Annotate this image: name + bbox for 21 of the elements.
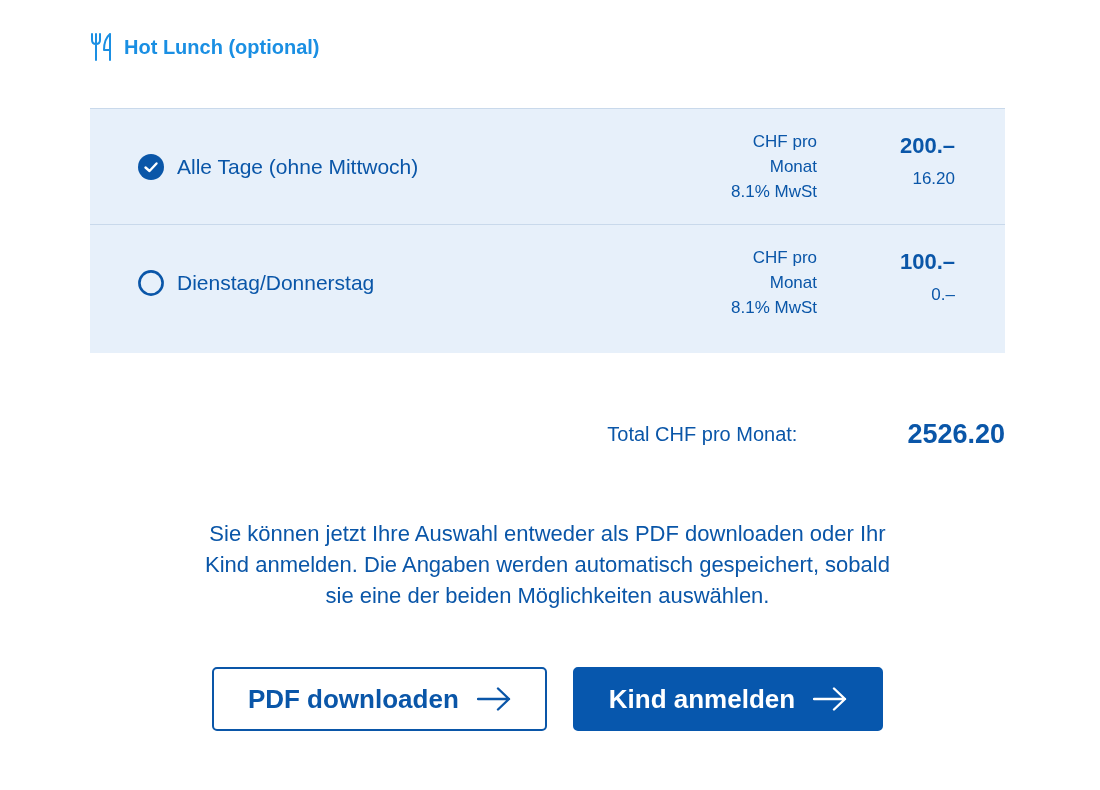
total-value: 2526.20 <box>907 419 1005 450</box>
vat-label: 8.1% MwSt <box>731 181 817 203</box>
price-amount: 100.– <box>899 248 955 275</box>
register-button[interactable]: Kind anmelden <box>572 667 884 731</box>
price-unit: CHF pro Monat <box>751 247 817 294</box>
download-button[interactable]: PDF downloaden <box>211 667 547 731</box>
option-label[interactable]: Dienstag/Donnerstag <box>177 270 375 295</box>
vat-amount: 16.20 <box>912 168 955 189</box>
section-title: Hot Lunch (optional) <box>124 35 320 59</box>
price-amount: 200.– <box>899 132 955 159</box>
radio-checked-icon[interactable] <box>138 153 164 180</box>
fork-knife-icon <box>90 33 112 61</box>
info-text: Sie können jetzt Ihre Auswahl entweder als PDF downloaden oder Ihr Kind anmelden. Die Angaben werden automatisch gespeichert, sobald sie eine der beiden Möglichkeiten auswählen. <box>204 520 891 610</box>
option-label[interactable]: Alle Tage (ohne Mittwoch) <box>177 154 419 179</box>
vat-amount: 0.– <box>931 284 955 305</box>
vat-label: 8.1% MwSt <box>731 297 817 319</box>
price-unit: CHF pro Monat <box>751 131 817 178</box>
arrow-right-icon <box>813 687 848 711</box>
arrow-right-icon <box>476 687 511 711</box>
radio-unchecked-icon[interactable] <box>138 269 164 296</box>
total-label: Total CHF pro Monat: <box>607 423 798 446</box>
